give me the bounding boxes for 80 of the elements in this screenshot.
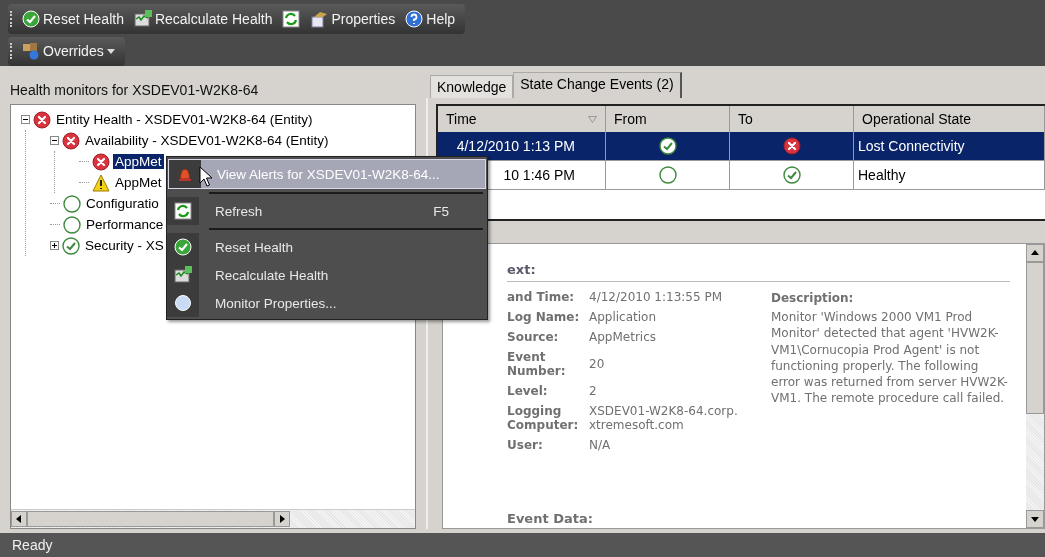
tree-item[interactable]: Performance (84, 217, 166, 232)
section-heading: ext: (507, 252, 1010, 282)
expander-icon[interactable] (21, 115, 30, 124)
field-value: 4/12/2010 1:13:55 PM (589, 290, 723, 304)
column-header[interactable]: Operational State (854, 106, 1045, 132)
field-value: XSDEV01-W2K8-64.corp.xtremesoft.com (589, 404, 739, 432)
refresh-icon (174, 202, 192, 220)
status-text: Ready (12, 537, 53, 553)
field-label: Log Name: (507, 310, 581, 324)
scroll-left-icon[interactable] (11, 511, 27, 527)
check-circle-icon (22, 9, 40, 28)
field-label: Logging Computer: (507, 404, 580, 432)
error-icon (92, 152, 110, 171)
empty-circle-icon (63, 215, 81, 234)
field-value: 20 (589, 357, 606, 371)
help-icon (405, 9, 424, 28)
sort-icon (588, 115, 597, 123)
tree-item[interactable]: AppMet (113, 175, 164, 190)
error-icon (782, 137, 801, 155)
expander-icon[interactable] (50, 136, 59, 145)
section-heading: Event Data: (507, 511, 594, 528)
description-text: Monitor 'Windows 2000 VM1 Prod Monitor' detected that agent 'HVW2K-VM1\Cornucopia Prod Agent' is not functioning properly. The following error was returned from server HVW2K-VM1. The remote procedure call failed. (771, 309, 1009, 407)
expander-icon[interactable] (50, 241, 59, 250)
column-header[interactable]: Time (438, 106, 606, 132)
tree-item[interactable]: Configuratio (84, 196, 161, 211)
column-header[interactable]: To (730, 106, 854, 132)
sphere-icon (174, 294, 192, 312)
pane-title: Health monitors for XSDEV01-W2K8-64 (9, 81, 260, 100)
properties-icon (310, 9, 329, 28)
field-label: Event Number: (507, 350, 567, 378)
menu-item[interactable]: Monitor Properties... (167, 289, 487, 317)
tab[interactable]: Knowledge (430, 75, 514, 98)
empty-circle-icon (63, 194, 81, 213)
mouse-pointer-icon (199, 166, 213, 188)
scroll-up-icon[interactable] (1026, 244, 1044, 262)
tree-item[interactable]: Entity Health - XSDEV01-W2K8-64 (Entity) (54, 112, 315, 127)
tab[interactable]: State Change Events (2) (513, 72, 682, 98)
chart-monitor-icon (133, 9, 152, 28)
scroll-thumb[interactable] (27, 511, 274, 527)
tree-item[interactable]: Availability - XSDEV01-W2K8-64 (Entity) (83, 133, 331, 148)
description-label: Description: (771, 290, 855, 307)
field-label: and Time: (507, 290, 576, 304)
toolbar-button[interactable]: Help (403, 9, 458, 28)
menu-item[interactable]: Recalculate Health (167, 261, 487, 289)
field-value: Application (589, 310, 658, 324)
field-label: User: (507, 438, 544, 452)
table-cell: Lost Connectivity (854, 132, 1045, 160)
dropdown-button[interactable]: Overrides (20, 42, 117, 61)
warning-icon (92, 173, 110, 192)
vertical-scrollbar[interactable] (1026, 244, 1044, 528)
check-circle-icon (174, 238, 192, 256)
field-label: Level: (507, 384, 549, 398)
menu-item[interactable]: Reset Health (167, 233, 487, 261)
column-header[interactable]: From (606, 106, 730, 132)
check-circle-icon (62, 236, 80, 255)
scroll-thumb[interactable] (1026, 262, 1044, 414)
field-value: N/A (589, 438, 612, 452)
empty-circle-icon (658, 166, 677, 184)
refresh-button[interactable] (280, 9, 303, 28)
field-value: AppMetrics (589, 330, 657, 344)
refresh-icon (282, 9, 301, 28)
error-icon (33, 110, 51, 129)
tree-item[interactable]: Security - XS (83, 238, 166, 253)
scroll-down-icon[interactable] (1026, 510, 1044, 528)
toolbar-button[interactable]: Recalculate Health (131, 9, 275, 28)
field-value: 2 (589, 384, 598, 398)
chart-monitor-icon (174, 266, 192, 284)
boxes-icon (22, 42, 40, 61)
tree-item[interactable]: AppMet (113, 154, 164, 169)
toolbar-button[interactable]: Properties (308, 9, 398, 28)
check-circle-icon (782, 166, 801, 184)
table-cell: Healthy (854, 161, 1045, 189)
menu-item[interactable]: Refresh F5 (167, 197, 487, 225)
table-row[interactable]: 4/12/2010 1:13 PM Lost Connectivity (438, 132, 1045, 161)
error-icon (62, 131, 80, 150)
check-circle-icon (658, 137, 677, 155)
toolbar-button[interactable]: Reset Health (20, 9, 126, 28)
horizontal-scrollbar[interactable] (11, 509, 415, 528)
field-label: Source: (507, 330, 560, 344)
scroll-right-icon[interactable] (274, 511, 290, 527)
